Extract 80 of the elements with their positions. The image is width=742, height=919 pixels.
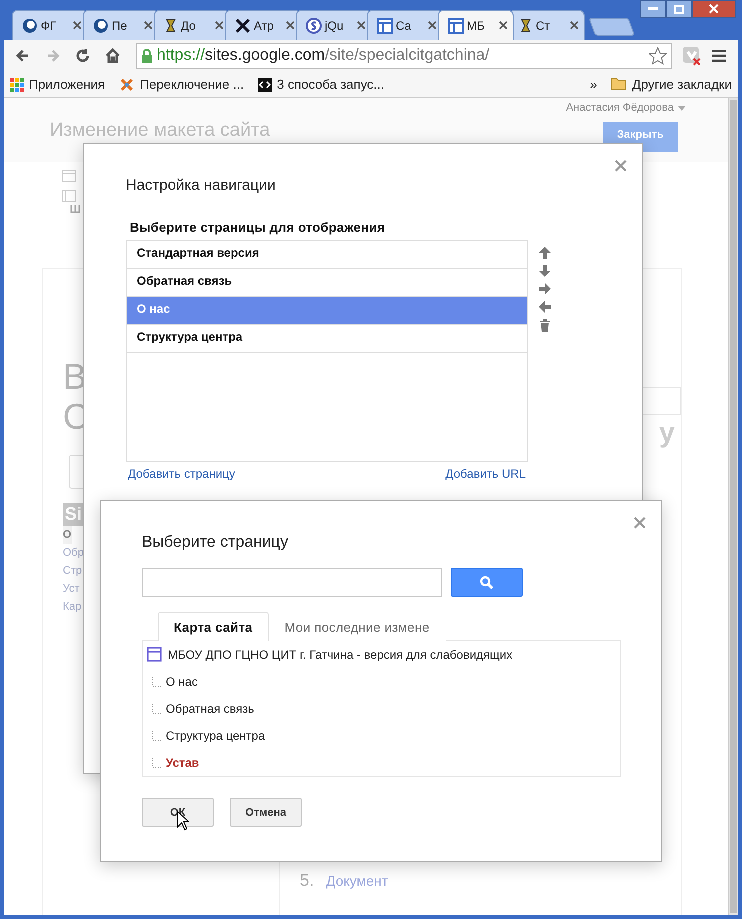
up-arrow-icon[interactable] xyxy=(538,246,552,260)
browser-tab[interactable]: МБ xyxy=(438,10,514,40)
globe-icon xyxy=(22,18,38,34)
bookmark[interactable]: 3 способа запус... xyxy=(258,77,385,92)
browser-tab[interactable]: ФГ xyxy=(12,10,88,40)
tree-line xyxy=(152,704,162,716)
browser-tab[interactable]: jQu xyxy=(296,10,372,40)
search-icon xyxy=(480,576,494,590)
bookmark-folder[interactable]: Другие закладки xyxy=(611,77,732,92)
tree-item[interactable]: О нас xyxy=(166,675,198,689)
code-icon xyxy=(258,78,272,92)
minimize-icon xyxy=(648,7,658,11)
lock-icon xyxy=(141,49,153,63)
tree-item[interactable]: Обратная связь xyxy=(166,702,254,716)
cross-icon xyxy=(235,18,251,34)
tree-line xyxy=(152,731,162,743)
browser-tab[interactable]: Пе xyxy=(83,10,159,40)
overflow-chevron[interactable]: » xyxy=(590,77,598,92)
right-arrow-icon[interactable] xyxy=(538,282,552,296)
close-icon xyxy=(709,4,719,14)
section-label: Ш xyxy=(70,204,82,216)
maximize-icon xyxy=(674,4,684,14)
scrollbar-thumb[interactable] xyxy=(730,100,737,913)
bookmark[interactable]: Переключение ... xyxy=(119,76,244,92)
scroll-icon xyxy=(164,18,178,34)
scroll-icon xyxy=(519,18,533,34)
extension-icon[interactable] xyxy=(682,46,702,66)
reload-icon[interactable] xyxy=(74,47,92,65)
add-url-link[interactable]: Добавить URL xyxy=(446,467,526,481)
close-icon[interactable] xyxy=(357,21,366,30)
address-bar[interactable]: https://sites.google.com/site/specialcitgatchina/ xyxy=(136,43,672,69)
close-icon[interactable] xyxy=(615,160,627,172)
grid-icon xyxy=(10,78,24,92)
close-icon[interactable] xyxy=(286,21,295,30)
tree-item[interactable]: Структура центра xyxy=(166,729,266,743)
close-icon[interactable] xyxy=(570,21,579,30)
cancel-button[interactable]: Отмена xyxy=(230,798,302,827)
close-icon[interactable] xyxy=(499,21,508,30)
star-icon[interactable] xyxy=(649,47,667,65)
list-label: Выберите страницы для отображения xyxy=(130,220,386,235)
close-button[interactable] xyxy=(692,0,736,18)
folder-icon xyxy=(611,78,628,91)
star-knot-icon xyxy=(119,76,136,92)
tree-line xyxy=(152,677,162,689)
menu-icon[interactable] xyxy=(712,50,726,62)
home-icon[interactable] xyxy=(104,47,122,65)
page-title: Изменение макета сайта xyxy=(50,120,270,142)
bookmark[interactable]: Приложения xyxy=(10,77,106,92)
maximize-button[interactable] xyxy=(666,0,692,18)
dialog-title: Выберите страницу xyxy=(142,534,290,552)
tab[interactable]: Карта сайта xyxy=(158,612,269,641)
browser-tab[interactable]: Атр xyxy=(225,10,301,40)
tree-item[interactable]: Устав xyxy=(166,756,200,770)
close-icon[interactable] xyxy=(144,21,153,30)
minimize-button[interactable] xyxy=(640,0,666,18)
left-arrow-icon[interactable] xyxy=(538,300,552,314)
close-icon[interactable] xyxy=(215,21,224,30)
close-icon[interactable] xyxy=(73,21,82,30)
layout-icon xyxy=(147,647,162,662)
caret-icon xyxy=(678,106,686,110)
tree-item[interactable]: МБОУ ДПО ГЦНО ЦИТ г. Гатчина - версия для слабовидящих xyxy=(168,648,513,662)
browser-tab[interactable]: До xyxy=(154,10,230,40)
layout-icon xyxy=(377,18,393,34)
new-tab-button[interactable] xyxy=(588,18,636,36)
trash-icon[interactable] xyxy=(538,318,552,332)
close-icon[interactable] xyxy=(428,21,437,30)
layout-icon xyxy=(448,18,464,34)
search-button[interactable] xyxy=(451,568,523,597)
globe-icon xyxy=(93,18,109,34)
close-icon[interactable] xyxy=(634,517,646,529)
list-number: 5. xyxy=(300,871,314,891)
coin-icon xyxy=(306,18,322,34)
dialog-title: Настройка навигации xyxy=(126,177,277,194)
down-arrow-icon[interactable] xyxy=(538,264,552,278)
browser-tab[interactable]: Ст xyxy=(509,10,585,40)
add-page-link[interactable]: Добавить страницу xyxy=(128,467,236,481)
search-field[interactable] xyxy=(142,568,442,597)
tree-line xyxy=(152,758,162,770)
browser-tab[interactable]: Са xyxy=(367,10,443,40)
tab[interactable]: Мои последние измене xyxy=(268,612,446,641)
